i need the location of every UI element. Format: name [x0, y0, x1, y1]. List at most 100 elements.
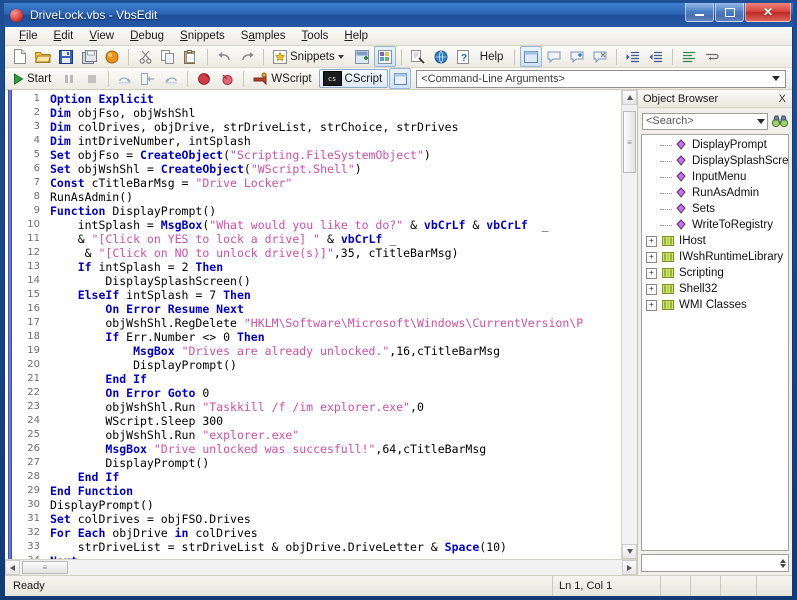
help-label[interactable]: Help	[476, 49, 510, 65]
command-line-arguments-input[interactable]: <Command-Line Arguments>	[416, 69, 786, 88]
compile-icon[interactable]	[101, 46, 123, 67]
menu-samples[interactable]: Samples	[233, 28, 294, 44]
undo-icon[interactable]	[213, 46, 235, 67]
tree-item[interactable]: + Scripting	[642, 265, 788, 281]
tree-item[interactable]: Sets	[642, 201, 788, 217]
wrap-icon[interactable]	[701, 46, 723, 67]
vertical-scroll-thumb[interactable]: ≡	[623, 111, 636, 174]
tree-item[interactable]: WriteToRegistry	[642, 217, 788, 233]
chevron-down-icon[interactable]	[337, 54, 344, 59]
snippets-dropdown-button[interactable]: Snippets	[269, 48, 350, 66]
paste-icon[interactable]	[180, 46, 202, 67]
new-file-icon[interactable]	[9, 46, 31, 67]
scroll-up-arrow-icon[interactable]	[622, 90, 637, 106]
menu-tools[interactable]: Tools	[294, 28, 337, 44]
object-browser-spinner-input[interactable]	[641, 554, 789, 573]
open-folder-icon[interactable]	[32, 46, 54, 67]
indent-icon[interactable]	[622, 46, 644, 67]
tree-item[interactable]: RunAsAdmin	[642, 185, 788, 201]
comment-balloon-icon[interactable]	[543, 46, 565, 67]
code-line[interactable]: & "[Click on YES to lock a drive] " & vb…	[50, 232, 621, 246]
tree-item[interactable]: + WMI Classes	[642, 297, 788, 313]
horizontal-scroll-track[interactable]	[68, 560, 622, 576]
editor-horizontal-scrollbar[interactable]: ≡	[5, 559, 637, 576]
wscript-button[interactable]: WScript	[249, 70, 317, 88]
code-line[interactable]: Const cTitleBarMsg = "Drive Locker"	[50, 176, 621, 190]
cscript-button[interactable]: cs CScript	[318, 69, 389, 89]
code-line[interactable]: objWshShl.Run "explorer.exe"	[50, 428, 621, 442]
color-picker-icon[interactable]	[373, 46, 396, 68]
code-line[interactable]: If intSplash = 2 Then	[50, 260, 621, 274]
breakpoint-clear-icon[interactable]	[216, 68, 238, 89]
code-line[interactable]: intSplash = MsgBox("What would you like …	[50, 218, 621, 232]
code-line[interactable]: Set objWshShl = CreateObject("WScript.Sh…	[50, 162, 621, 176]
code-line[interactable]: On Error Resume Next	[50, 302, 621, 316]
menu-help[interactable]: Help	[336, 28, 376, 44]
code-line[interactable]: objWshShl.Run "Taskkill /f /im explorer.…	[50, 400, 621, 414]
comment-add-icon[interactable]	[566, 46, 588, 67]
outdent-icon[interactable]	[645, 46, 667, 67]
code-line[interactable]: DisplayPrompt()	[50, 456, 621, 470]
code-line[interactable]: DisplayPrompt()	[50, 358, 621, 372]
menu-view[interactable]: View	[81, 28, 122, 44]
close-icon[interactable]: X	[777, 93, 788, 105]
expand-plus-icon[interactable]: +	[646, 299, 657, 311]
code-line[interactable]: End If	[50, 372, 621, 386]
start-button[interactable]: Start	[9, 71, 57, 87]
code-line[interactable]: Next	[50, 554, 621, 559]
editor-vertical-scrollbar[interactable]: ≡	[621, 90, 637, 560]
code-line[interactable]: & "[Click on NO to unlock drive(s)]",35,…	[50, 246, 621, 260]
console-window-icon[interactable]	[389, 68, 412, 90]
code-line[interactable]: ElseIf intSplash = 7 Then	[50, 288, 621, 302]
code-editor[interactable]: 1 2 3 4 5 6 7 8 9 10 11 12 13 14 15 16 17 18 19 20 21 22 23 24 2…	[5, 90, 637, 560]
code-line[interactable]: Set colDrives = objFSO.Drives	[50, 512, 621, 526]
code-line[interactable]: If Err.Number <> 0 Then	[50, 330, 621, 344]
menu-edit[interactable]: Edit	[46, 28, 82, 44]
code-line[interactable]: Set objFso = CreateObject("Scripting.Fil…	[50, 148, 621, 162]
search-input[interactable]: <Search>	[642, 112, 768, 130]
search-globe-icon[interactable]	[430, 46, 452, 67]
code-line[interactable]: Dim objFso, objWshShl	[50, 106, 621, 120]
code-line[interactable]: WScript.Sleep 300	[50, 414, 621, 428]
code-line[interactable]: DisplaySplashScreen()	[50, 274, 621, 288]
step-out-icon[interactable]	[160, 68, 182, 89]
expand-plus-icon[interactable]: +	[646, 283, 657, 295]
align-icon[interactable]	[678, 46, 700, 67]
chevron-down-icon[interactable]	[772, 76, 780, 82]
step-over-icon[interactable]	[114, 68, 136, 89]
window-icon[interactable]	[520, 46, 543, 68]
help-page-icon[interactable]: ?	[453, 46, 475, 67]
redo-icon[interactable]	[236, 46, 258, 67]
save-icon[interactable]	[55, 46, 77, 67]
cut-icon[interactable]	[134, 46, 156, 67]
code-line[interactable]: Dim colDrives, objDrive, strDriveList, s…	[50, 120, 621, 134]
expand-plus-icon[interactable]: +	[646, 267, 657, 279]
tree-item[interactable]: InputMenu	[642, 169, 788, 185]
find-icon[interactable]	[407, 46, 429, 67]
menu-snippets[interactable]: Snippets	[172, 28, 233, 44]
menu-debug[interactable]: Debug	[122, 28, 172, 44]
tree-item[interactable]: DisplaySplashScreen	[642, 153, 788, 169]
tree-item[interactable]: + IHost	[642, 233, 788, 249]
minimize-button[interactable]	[685, 3, 714, 22]
scroll-right-arrow-icon[interactable]	[622, 560, 637, 576]
insert-code-icon[interactable]	[351, 46, 373, 67]
menu-file[interactable]: FFileile	[11, 28, 46, 44]
comment-remove-icon[interactable]	[589, 46, 611, 67]
binoculars-icon[interactable]	[771, 112, 789, 130]
stop-icon[interactable]	[81, 68, 103, 89]
breakpoint-icon[interactable]	[193, 68, 215, 89]
spinner-arrows-icon[interactable]	[780, 558, 786, 568]
code-line[interactable]: MsgBox "Drives are already unlocked.",16…	[50, 344, 621, 358]
vertical-scroll-track[interactable]	[622, 173, 637, 545]
tree-item[interactable]: + IWshRuntimeLibrary	[642, 249, 788, 265]
code-line[interactable]: MsgBox "Drive unlocked was succesfull!",…	[50, 442, 621, 456]
code-line[interactable]: Option Explicit	[50, 92, 621, 106]
code-line[interactable]: DisplayPrompt()	[50, 498, 621, 512]
code-line[interactable]: End If	[50, 470, 621, 484]
copy-icon[interactable]	[157, 46, 179, 67]
save-all-icon[interactable]	[78, 46, 100, 67]
pause-icon[interactable]	[58, 68, 80, 89]
code-line[interactable]: Dim intDriveNumber, intSplash	[50, 134, 621, 148]
scroll-left-arrow-icon[interactable]	[5, 560, 20, 576]
